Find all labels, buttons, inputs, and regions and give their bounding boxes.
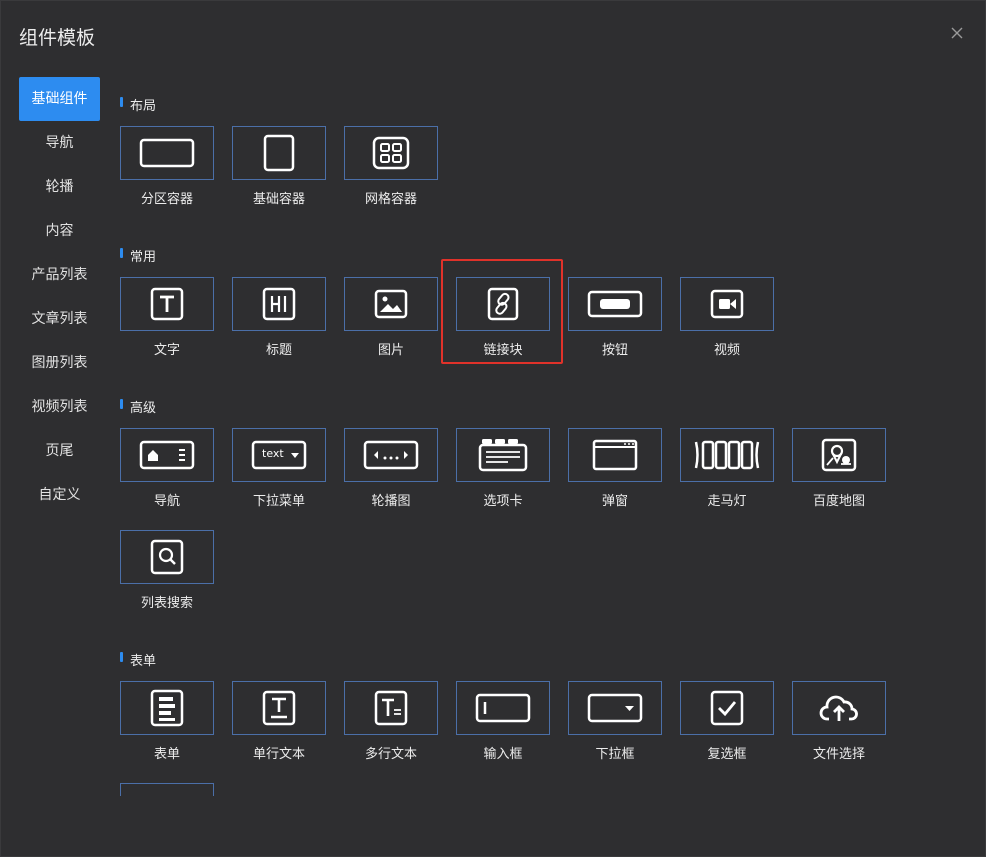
component-template-dialog: 组件模板 基础组件 导航 轮播 内容 产品列表 文章列表 图册列表 视频列表 页…: [0, 0, 986, 857]
component-carousel[interactable]: 轮播图: [344, 428, 438, 509]
component-label: 下拉菜单: [252, 494, 305, 509]
sidebar-item-nav[interactable]: 导航: [19, 121, 100, 165]
button-icon: [587, 290, 643, 318]
nav-icon: [139, 440, 195, 470]
component-text[interactable]: 文字: [120, 277, 214, 358]
component-heading[interactable]: 标题: [232, 277, 326, 358]
sidebar-item-article-list[interactable]: 文章列表: [19, 297, 100, 341]
component-popup[interactable]: 弹窗: [568, 428, 662, 509]
component-label: 选项卡: [483, 494, 523, 509]
component-label: 走马灯: [707, 494, 747, 509]
text-icon: [150, 287, 184, 321]
category-sidebar: 基础组件 导航 轮播 内容 产品列表 文章列表 图册列表 视频列表 页尾 自定义: [19, 77, 100, 517]
component-section-container[interactable]: 分区容器: [120, 126, 214, 207]
component-form[interactable]: 表单: [120, 681, 214, 762]
component-label: 多行文本: [364, 747, 417, 762]
sidebar-item-footer[interactable]: 页尾: [19, 429, 100, 473]
marquee-icon: [694, 440, 760, 470]
basic-container-icon: [262, 134, 296, 172]
component-grid-container[interactable]: 网格容器: [344, 126, 438, 207]
component-basic-container[interactable]: 基础容器: [232, 126, 326, 207]
sidebar-item-content[interactable]: 内容: [19, 209, 100, 253]
component-select-box[interactable]: 下拉框: [568, 681, 662, 762]
component-label: 图片: [377, 343, 404, 358]
section-container-icon: [139, 138, 195, 168]
grid-container-icon: [372, 136, 410, 170]
component-label: 分区容器: [140, 192, 193, 207]
map-icon: [821, 438, 857, 472]
sidebar-item-custom[interactable]: 自定义: [19, 473, 100, 517]
component-partial[interactable]: [120, 783, 214, 796]
component-checkbox[interactable]: 复选框: [680, 681, 774, 762]
component-label: 按钮: [601, 343, 628, 358]
component-link-block[interactable]: 链接块: [456, 277, 550, 358]
section-title-common: 常用: [120, 246, 156, 265]
component-label: 网格容器: [364, 192, 417, 207]
sidebar-item-product-list[interactable]: 产品列表: [19, 253, 100, 297]
single-line-text-icon: [262, 690, 296, 726]
component-label: 导航: [153, 494, 180, 509]
component-label: 百度地图: [812, 494, 865, 509]
sidebar-item-album-list[interactable]: 图册列表: [19, 341, 100, 385]
component-file-select[interactable]: 文件选择: [792, 681, 886, 762]
sidebar-item-carousel[interactable]: 轮播: [19, 165, 100, 209]
popup-icon: [592, 439, 638, 471]
component-label: 输入框: [483, 747, 523, 762]
component-label: 轮播图: [371, 494, 411, 509]
component-label: 表单: [153, 747, 180, 762]
component-dropdown-menu[interactable]: text 下拉菜单: [232, 428, 326, 509]
section-title-layout: 布局: [120, 95, 156, 114]
heading-icon: [262, 287, 296, 321]
component-video[interactable]: 视频: [680, 277, 774, 358]
component-single-line-text[interactable]: 单行文本: [232, 681, 326, 762]
file-upload-icon: [819, 693, 859, 723]
link-icon: [487, 287, 519, 321]
carousel-icon: [363, 440, 419, 470]
component-input-box[interactable]: 输入框: [456, 681, 550, 762]
component-label: 文件选择: [812, 747, 865, 762]
section-title-form: 表单: [120, 650, 156, 669]
image-icon: [374, 289, 408, 319]
component-nav[interactable]: 导航: [120, 428, 214, 509]
list-search-icon: [150, 539, 184, 575]
dropdown-menu-icon: text: [251, 440, 307, 470]
component-label: 列表搜索: [140, 596, 193, 611]
component-label: 文字: [153, 343, 180, 358]
form-icon: [150, 689, 184, 727]
component-label: 下拉框: [595, 747, 635, 762]
multi-line-text-icon: [374, 690, 408, 726]
component-label: 单行文本: [252, 747, 305, 762]
input-box-icon: [475, 693, 531, 723]
component-label: 视频: [713, 343, 740, 358]
dialog-title: 组件模板: [19, 27, 96, 49]
component-panel: 布局 分区容器 基础容器 网格容器 常用 文字 标题 图片 链接块 按钮 视频 …: [120, 1, 980, 796]
component-label: 弹窗: [601, 494, 628, 509]
component-label: 标题: [265, 343, 292, 358]
sidebar-item-video-list[interactable]: 视频列表: [19, 385, 100, 429]
component-baidu-map[interactable]: 百度地图: [792, 428, 886, 509]
section-title-advanced: 高级: [120, 397, 156, 416]
video-icon: [710, 289, 744, 319]
component-tabs[interactable]: 选项卡: [456, 428, 550, 509]
component-image[interactable]: 图片: [344, 277, 438, 358]
component-label: 复选框: [707, 747, 747, 762]
component-multi-line-text[interactable]: 多行文本: [344, 681, 438, 762]
component-button[interactable]: 按钮: [568, 277, 662, 358]
component-marquee[interactable]: 走马灯: [680, 428, 774, 509]
checkbox-icon: [710, 690, 744, 726]
component-label: 链接块: [483, 343, 523, 358]
component-list-search[interactable]: 列表搜索: [120, 530, 214, 611]
select-box-icon: [587, 693, 643, 723]
tabs-icon: [478, 438, 528, 472]
dropdown-sample-text: text: [262, 447, 284, 460]
component-label: 基础容器: [252, 192, 305, 207]
sidebar-item-basic[interactable]: 基础组件: [19, 77, 100, 121]
